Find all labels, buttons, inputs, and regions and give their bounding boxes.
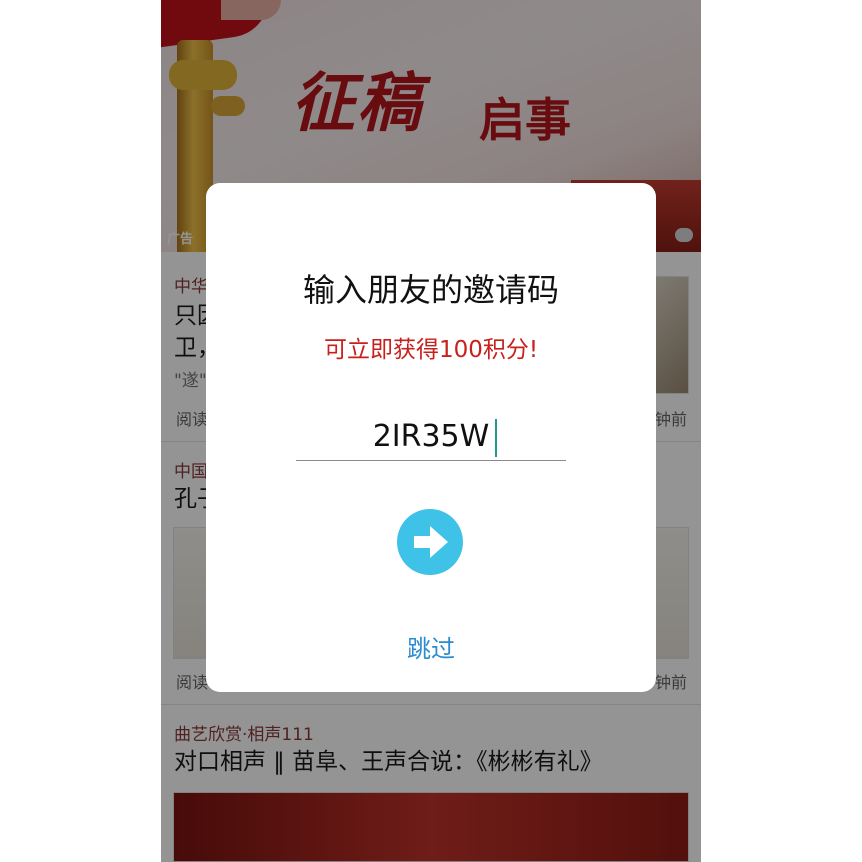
dialog-subtitle: 可立即获得100积分! — [323, 337, 539, 363]
arrow-right-icon — [414, 526, 448, 558]
dialog-title: 输入朋友的邀请码 — [302, 271, 559, 309]
text-cursor — [495, 419, 497, 457]
skip-button[interactable]: 跳过 — [206, 629, 656, 664]
invite-code-input[interactable] — [296, 413, 566, 461]
invite-code-dialog: 输入朋友的邀请码 可立即获得100积分! 跳过 — [206, 183, 656, 692]
submit-code-button[interactable] — [397, 509, 463, 575]
